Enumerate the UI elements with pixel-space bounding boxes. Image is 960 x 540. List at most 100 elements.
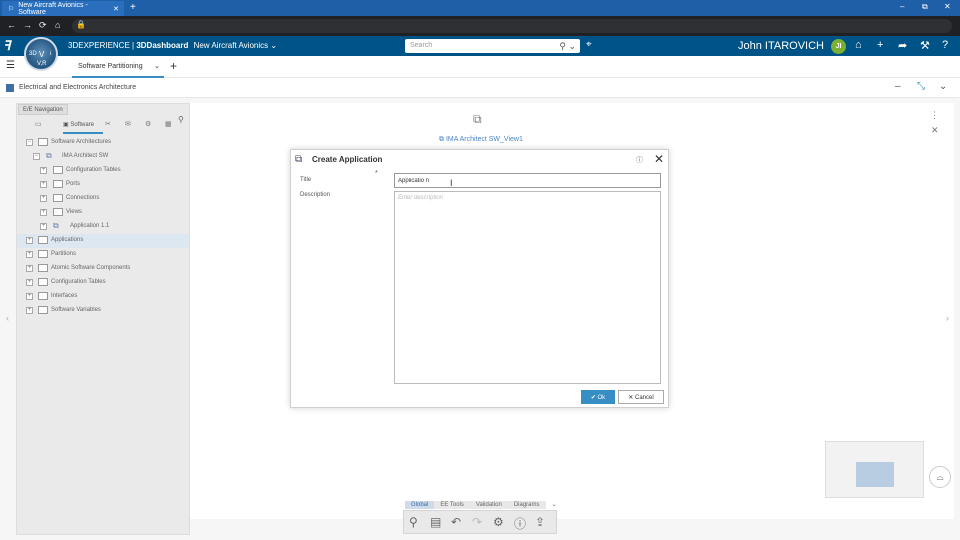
folder-icon [38,138,48,146]
chevron-down-icon[interactable]: ⌄ [270,41,277,50]
dialog-title: Create Application [312,155,383,164]
settings-tab-icon[interactable]: ⚙ [145,120,151,128]
back-icon[interactable]: ← [7,20,16,30]
tree-item-ima-architect-sw[interactable]: − ⧉ IMA Architect SW [17,150,189,164]
ee-navigation-panel: E/E Navigation ⚲ ▭ ▣ Software ✂ ✉ ⚙ ▦ − … [16,103,190,535]
canvas-menu-icon[interactable]: ⋮ [930,110,939,121]
properties-icon[interactable]: ▤ [430,515,441,529]
tree-item-atomic-software-components[interactable]: + Atomic Software Components [17,262,189,276]
compass-icon[interactable]: 3D V i V,R [24,37,58,71]
tab-ee-tools[interactable]: EE Tools [434,501,470,509]
chevron-down-icon[interactable]: ⌄ [154,62,160,70]
tree-item-software-variables[interactable]: + Software Variables [17,304,189,318]
folder-icon [53,166,63,174]
tab-global[interactable]: Global [405,501,435,509]
close-tab-icon[interactable]: ✕ [113,5,119,13]
close-view-icon[interactable]: ✕ [931,125,939,136]
search-options-chevron-icon[interactable]: ⌄ [568,41,576,51]
search-icon[interactable]: ⚲ [559,41,566,51]
tab-diagrams[interactable]: Diagrams [507,501,546,509]
close-window-button[interactable]: ✕ [944,2,951,11]
tab-software-partitioning[interactable]: Software Partitioning ⌄ [72,56,164,78]
tree-item-ports[interactable]: + Ports [17,178,189,192]
toolbar-more-chevron-icon[interactable]: ⌄ [546,500,563,509]
cancel-button[interactable]: ✕ Cancel [618,390,664,404]
chevron-right-icon[interactable]: › [946,313,949,323]
close-icon[interactable]: ✕ [654,152,664,166]
check-icon: ✔ [590,394,596,401]
tree-item-software-architectures[interactable]: − Software Architectures [17,136,189,150]
tree-item-configuration-tables-2[interactable]: + Configuration Tables [17,276,189,290]
tree-item-connections[interactable]: + Connections [17,192,189,206]
info-icon[interactable]: ⓘ [514,515,526,532]
dashboard-menu-icon[interactable]: ☰ [6,60,15,71]
help-icon[interactable]: ? [942,39,948,51]
tree-item-interfaces[interactable]: + Interfaces [17,290,189,304]
required-marker: * [375,170,378,177]
restore-window-button[interactable]: ⧉ [922,2,928,12]
reload-icon[interactable]: ⟳ [39,20,47,31]
folder-icon [38,236,48,244]
minimize-widget-icon[interactable]: – [895,81,901,92]
url-input[interactable]: 🔒 [72,19,952,33]
folder-icon [53,208,63,216]
search-icon[interactable]: ⚲ [409,515,418,529]
settings-icon[interactable]: ⚙ [493,515,504,529]
diagram-view-title[interactable]: ⧉ IMA Architect SW_View1 [439,136,523,144]
description-input[interactable] [394,191,661,384]
minimap-viewport[interactable] [856,462,894,487]
hardware-tab-icon[interactable]: ▭ [35,120,42,128]
bottom-toolbar: ⚲ ▤ ↶ ↷ ⚙ ⓘ ⇪ [403,510,557,534]
collapse-widget-icon[interactable]: ⤡ [917,81,925,92]
ee-navigation-tab[interactable]: E/E Navigation [18,104,68,115]
tables-tab-icon[interactable]: ▦ [165,120,172,128]
widget-header: Electrical and Electronics Architecture … [0,78,960,98]
tab-validation[interactable]: Validation [469,501,508,509]
tag-icon[interactable]: ⌖ [586,39,592,50]
create-application-dialog: ⧉ Create Application ⓘ ✕ Title * I Descr… [290,149,669,408]
chevron-left-icon[interactable]: ‹ [6,313,9,323]
minimap[interactable] [825,441,924,498]
forward-icon[interactable]: → [23,20,32,30]
folder-icon [38,278,48,286]
home-icon[interactable]: ⌂ [55,20,60,30]
browser-address-bar: ← → ⟳ ⌂ 🔒 [0,16,960,36]
browser-tab[interactable]: ⚐ New Aircraft Avionics - Software ✕ [2,1,124,16]
activity-icon[interactable]: ⌂ [855,39,862,51]
tree-item-configuration-tables[interactable]: + Configuration Tables [17,164,189,178]
add-icon[interactable]: + [877,39,883,51]
folder-icon [53,180,63,188]
user-name[interactable]: John ITAROVICH [738,40,824,52]
wiring-tab-icon[interactable]: ✂ [105,120,111,128]
tree-item-applications[interactable]: + Applications [17,234,189,248]
avatar[interactable]: JI [831,39,846,54]
navigation-category-tabs: ▭ ▣ Software ✂ ✉ ⚙ ▦ [25,118,191,134]
title-input[interactable] [394,173,661,188]
tab-software[interactable]: ▣ Software [63,118,103,134]
undo-icon[interactable]: ↶ [451,515,461,529]
lock-icon: 🔒 [76,20,86,29]
ds-logo-icon[interactable]: ꟻ [3,38,10,54]
view-compass-icon[interactable]: ⌓ [929,466,951,488]
widget-app-icon [6,84,14,92]
tree-item-views[interactable]: + Views [17,206,189,220]
messages-tab-icon[interactable]: ✉ [125,120,131,128]
new-tab-button[interactable]: + [130,2,136,13]
add-tab-button[interactable]: + [170,59,177,73]
minimize-window-button[interactable]: – [900,2,904,11]
search-input[interactable]: Search ⚲ ⌄ [405,39,580,53]
software-tab-icon: ▣ [63,122,69,128]
share-icon[interactable]: ➦ [898,39,907,52]
dashboard-name[interactable]: New Aircraft Avionics [194,41,269,50]
widget-menu-chevron-icon[interactable]: ⌄ [939,81,947,92]
tree-item-application-1-1[interactable]: + ⧉ Application 1.1 [17,220,189,234]
description-label: Description [300,192,331,198]
export-icon[interactable]: ⇪ [535,515,545,529]
ok-button[interactable]: ✔ Ok [581,390,615,404]
redo-icon[interactable]: ↷ [472,515,482,529]
app-topbar: ꟻ 3DEXPERIENCE | 3DDashboard New Aircraf… [0,36,960,56]
apps-icon[interactable]: ⚒ [920,39,930,52]
info-icon[interactable]: ⓘ [636,155,643,165]
tree-item-partitions[interactable]: + Partitions [17,248,189,262]
diagram-view-icon: ⧉ [473,112,482,126]
